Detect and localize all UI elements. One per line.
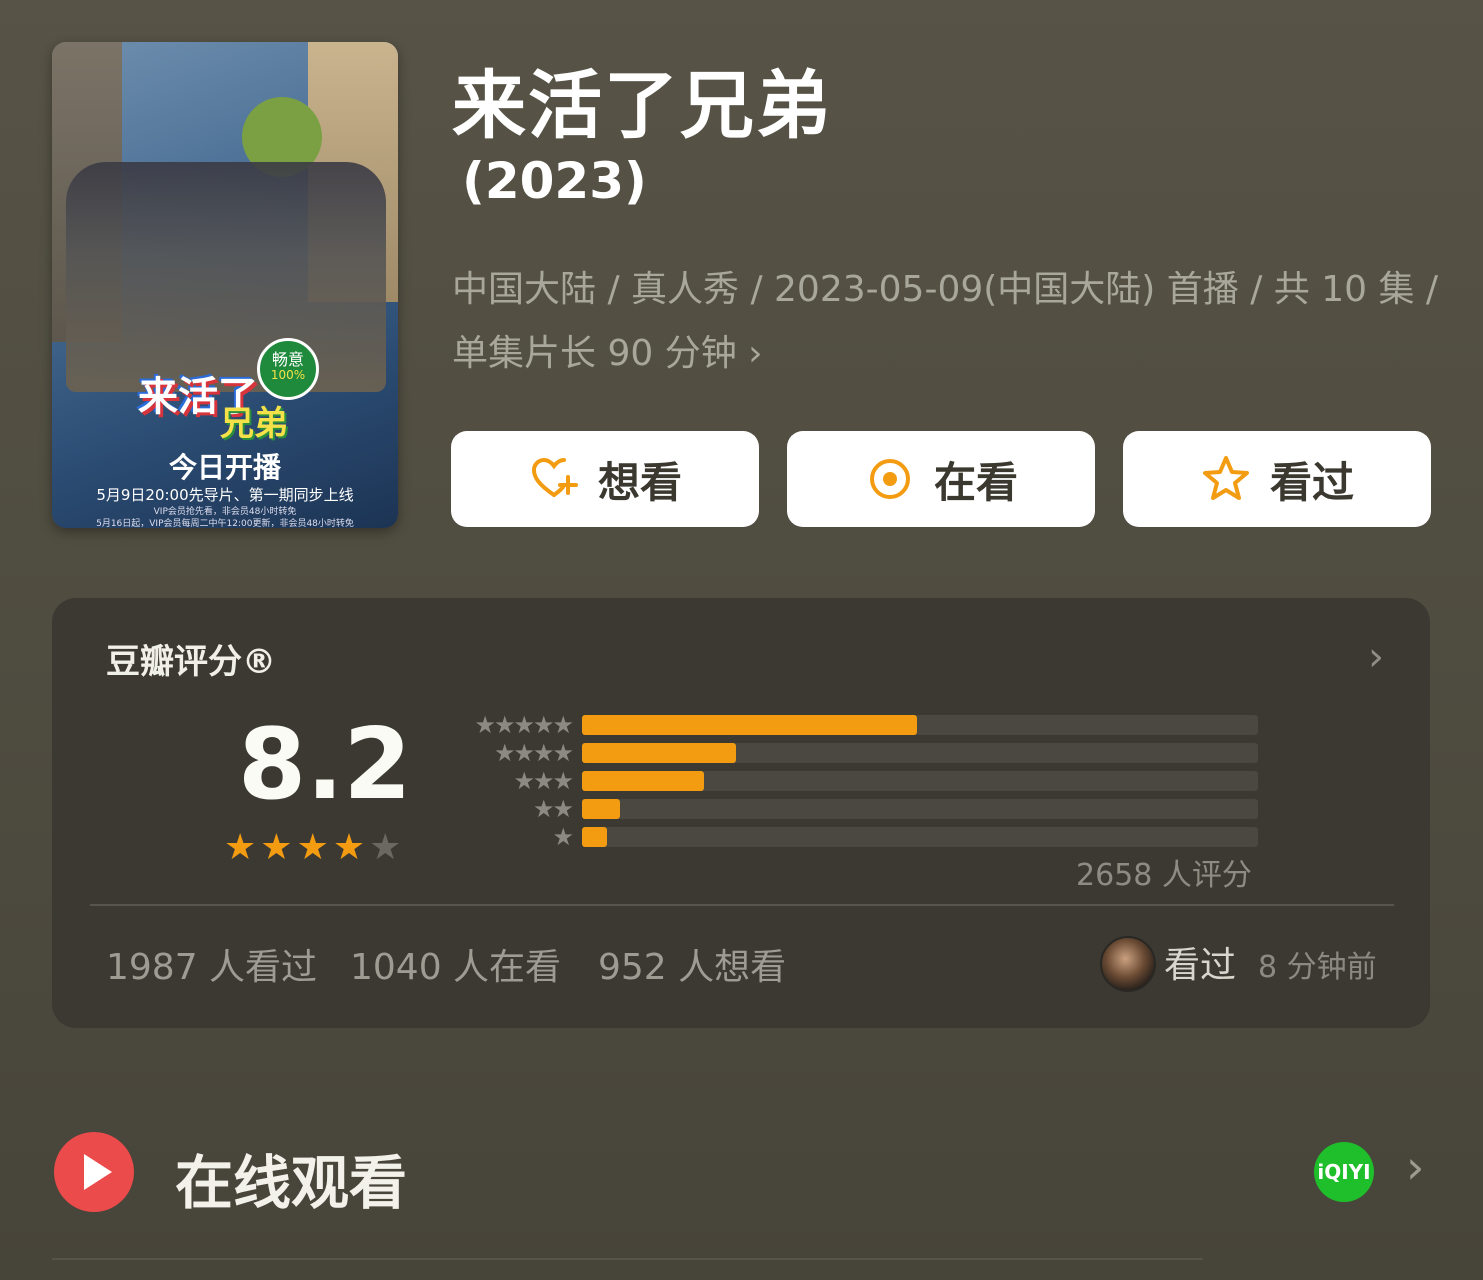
rating-row-stars-icon: ★★ xyxy=(532,795,574,823)
rating-row-stars-icon: ★★★ xyxy=(513,767,574,795)
star-filled-icon: ★ xyxy=(260,827,293,868)
rating-stars: ★ ★ ★ ★ ★ xyxy=(224,830,401,866)
rating-row-5-star: ★★★★★ xyxy=(432,711,1262,739)
rating-row-1-star: ★ xyxy=(432,823,1262,851)
poster-badge-bottom: 100% xyxy=(270,367,306,382)
stat-want[interactable]: 952 人想看 xyxy=(598,938,786,990)
chevron-right-icon[interactable]: › xyxy=(1406,1140,1424,1194)
rating-bar-track xyxy=(582,715,1258,735)
avatar[interactable] xyxy=(1100,936,1156,992)
rating-row-stars-icon: ★★★★★ xyxy=(474,711,574,739)
friend-time: 8 分钟前 xyxy=(1258,950,1377,985)
watching-button[interactable]: 在看 xyxy=(787,431,1095,527)
rating-bar-fill xyxy=(582,827,607,847)
rating-row-stars-icon: ★ xyxy=(552,823,574,851)
chevron-right-icon: › xyxy=(748,333,763,374)
target-circle-icon xyxy=(869,459,910,499)
watched-button[interactable]: 看过 xyxy=(1123,431,1431,527)
meta-info[interactable]: 中国大陆 / 真人秀 / 2023-05-09(中国大陆) 首播 / 共 10 … xyxy=(452,258,1442,386)
want-to-watch-label: 想看 xyxy=(597,457,682,507)
star-empty-icon: ★ xyxy=(369,827,402,868)
rating-row-stars-icon: ★★★★ xyxy=(493,739,574,767)
poster-fine-print-2: 5月16日起，VIP会员每周二中午12:00更新，非会员48小时转免 xyxy=(96,519,354,528)
rating-card[interactable]: 豆瓣评分® › 8.2 ★ ★ ★ ★ ★ ★★★★★ ★★★★ ★★★ ★★ ★ 2658 人… xyxy=(52,598,1430,1028)
release-year: (2023) xyxy=(462,152,647,210)
want-to-watch-button[interactable]: 想看 xyxy=(451,431,759,527)
rating-bar-track xyxy=(582,799,1258,819)
stat-watched[interactable]: 1987 人看过 xyxy=(106,938,317,990)
poster-headline: 今日开播 xyxy=(168,451,281,484)
rating-row-2-star: ★★ xyxy=(432,795,1262,823)
play-icon[interactable] xyxy=(54,1132,134,1212)
watched-label: 看过 xyxy=(1269,457,1354,507)
rating-row-3-star: ★★★ xyxy=(432,767,1262,795)
poster-badge: 畅意 100% xyxy=(257,338,319,400)
rating-bar-fill xyxy=(582,743,736,763)
rating-score: 8.2 xyxy=(238,708,412,822)
poster-image[interactable]: 畅意 100% 来活了 兄弟 今日开播 5月9日20:00先导片、第一期同步上线… xyxy=(52,42,398,528)
page-title: 来活了兄弟 xyxy=(452,63,832,149)
star-outline-icon xyxy=(1202,456,1249,500)
star-filled-icon: ★ xyxy=(332,827,366,868)
poster-logo-2: 兄弟 xyxy=(220,404,288,444)
meta-text: 中国大陆 / 真人秀 / 2023-05-09(中国大陆) 首播 / 共 10 … xyxy=(452,269,1439,374)
divider xyxy=(90,904,1394,906)
watching-label: 在看 xyxy=(933,457,1018,507)
poster-subtitle: 5月9日20:00先导片、第一期同步上线 xyxy=(96,486,354,504)
poster-cast-group xyxy=(66,162,386,392)
rating-bar-fill xyxy=(582,771,704,791)
friend-action: 看过 xyxy=(1164,945,1237,986)
star-filled-icon: ★ xyxy=(224,827,257,868)
rating-bar-fill xyxy=(582,715,917,735)
rating-section-title: 豆瓣评分® xyxy=(106,642,276,682)
rating-bar-fill xyxy=(582,799,620,819)
rating-bar-track xyxy=(582,827,1258,847)
rating-bar-track xyxy=(582,743,1258,763)
stat-watching[interactable]: 1040 人在看 xyxy=(350,938,561,990)
iqiyi-logo-icon[interactable]: iQIYI xyxy=(1314,1142,1374,1202)
online-watch-label[interactable]: 在线观看 xyxy=(175,1136,407,1220)
heart-plus-icon xyxy=(531,457,578,497)
rating-bar-track xyxy=(582,771,1258,791)
star-filled-icon: ★ xyxy=(296,827,329,868)
chevron-right-icon[interactable]: › xyxy=(1368,634,1384,680)
poster-badge-top: 畅意 xyxy=(271,350,304,369)
rating-row-4-star: ★★★★ xyxy=(432,739,1262,767)
rating-count: 2658 人评分 xyxy=(1076,858,1252,893)
divider xyxy=(52,1258,1203,1260)
